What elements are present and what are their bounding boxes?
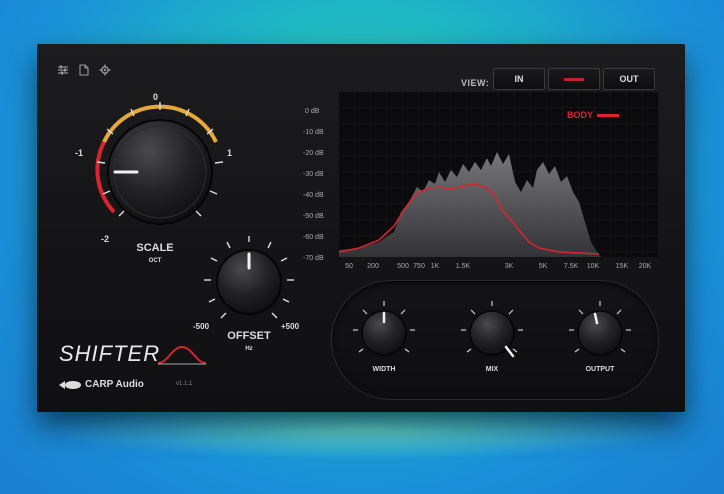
view-label: VIEW: xyxy=(461,78,490,88)
plugin-name: SHIFTER xyxy=(59,341,161,366)
freq-label: 3K xyxy=(504,263,514,270)
freq-label: 10K xyxy=(586,263,600,270)
scale-tick-neg1: -1 xyxy=(75,148,84,158)
freq-label: 1K xyxy=(430,263,440,270)
view-in-button[interactable]: IN xyxy=(493,68,545,90)
width-knob[interactable] xyxy=(349,298,419,368)
offset-tick-max: +500 xyxy=(281,322,300,331)
gear-icon[interactable] xyxy=(99,64,111,76)
freq-label: 15K xyxy=(615,263,629,270)
scale-tick-max: 1 xyxy=(227,148,233,158)
fish-logo-icon xyxy=(59,380,81,389)
freq-label: 200 xyxy=(367,263,379,270)
offset-label: OFFSET xyxy=(227,330,271,342)
freq-label: 750 xyxy=(413,263,425,270)
view-out-button[interactable]: OUT xyxy=(603,68,655,90)
logo-curve-icon xyxy=(158,345,207,365)
toolbar xyxy=(57,64,111,76)
output-label: OUTPUT xyxy=(585,366,615,373)
freq-axis: 50 200 500 750 1K 1.5K 3K 5K 7.5K 10K 15… xyxy=(339,263,659,275)
freq-label: 20K xyxy=(638,263,652,270)
freq-label: 5K xyxy=(538,263,548,270)
file-icon[interactable] xyxy=(79,64,89,76)
width-label: WIDTH xyxy=(372,366,396,373)
brand-block: SHIFTER CARP Audio v1.1.1 xyxy=(59,341,207,390)
scale-tick-zero: 0 xyxy=(153,92,159,102)
scale-unit: OCT xyxy=(148,258,162,264)
mix-indicator xyxy=(504,345,515,358)
body-legend-label: BODY xyxy=(567,110,594,120)
scale-knob[interactable] xyxy=(77,94,247,244)
version-label: v1.1.1 xyxy=(176,381,193,387)
mix-label: MIX xyxy=(485,366,499,373)
freq-label: 1.5K xyxy=(455,263,471,270)
plugin-window: VIEW: IN OUT 0 dB -10 dB -20 dB -30 dB -… xyxy=(37,44,685,412)
body-legend-line xyxy=(597,113,620,117)
offset-tick-min: -500 xyxy=(193,322,210,331)
view-toggle: IN OUT xyxy=(493,68,655,90)
scale-label: SCALE xyxy=(136,242,174,254)
scale-tick-min: -2 xyxy=(101,234,110,244)
freq-label: 7.5K xyxy=(563,263,579,270)
mix-knob[interactable] xyxy=(457,298,527,368)
freq-label: 500 xyxy=(397,263,409,270)
offset-knob[interactable] xyxy=(199,232,299,332)
sliders-icon[interactable] xyxy=(57,64,69,76)
body-indicator xyxy=(564,77,584,81)
view-body-button[interactable] xyxy=(548,68,600,90)
output-knob[interactable] xyxy=(565,298,635,368)
company-row: CARP Audio xyxy=(59,379,144,390)
freq-label: 50 xyxy=(345,263,353,270)
body-legend: BODY xyxy=(567,110,620,120)
company-name: CARP Audio xyxy=(85,379,144,390)
offset-unit: Hz xyxy=(245,346,253,352)
